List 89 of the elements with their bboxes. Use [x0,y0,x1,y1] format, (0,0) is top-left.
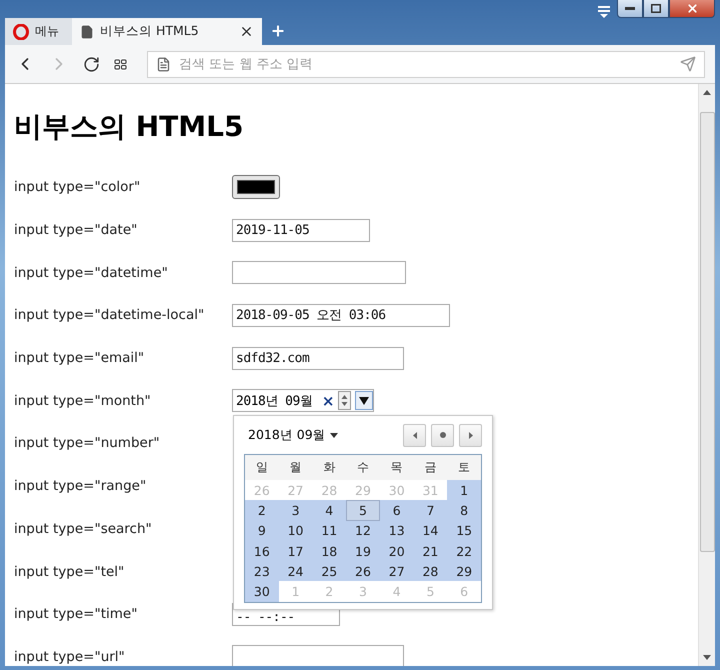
field-label: input type="email" [14,350,146,366]
input-field[interactable] [232,261,406,284]
calendar-day[interactable]: 17 [278,540,312,562]
color-picker[interactable] [232,175,280,200]
calendar-day[interactable]: 5 [346,500,380,521]
calendar-day[interactable]: 30 [245,581,279,602]
calendar-day[interactable]: 6 [380,500,414,521]
calendar-day[interactable]: 26 [346,561,380,582]
calendar-day[interactable]: 28 [414,561,448,582]
input-field[interactable]: sdfd32.com [232,346,404,370]
calendar-day[interactable]: 27 [380,561,414,582]
previous-month-button[interactable] [403,424,426,446]
reload-icon[interactable] [83,56,100,72]
weekday-header: 금 [414,455,448,480]
month-selector[interactable]: 2018년 09월 [244,426,338,444]
weekday-header: 수 [346,455,380,480]
field-label: input type="search" [14,520,153,537]
weekday-header: 월 [278,455,312,480]
close-icon[interactable] [239,24,254,39]
weekday-header: 목 [380,455,414,480]
maximize-button[interactable] [643,0,669,18]
field-label: input type="tel" [14,564,126,580]
field-label: input type="datetime-local" [14,307,206,324]
next-month-button[interactable] [459,424,482,446]
minimize-button[interactable] [617,0,643,18]
page-icon [156,56,171,72]
calendar-day[interactable]: 16 [245,540,279,562]
calendar-day[interactable]: 10 [278,520,312,541]
weekday-header: 화 [312,455,346,480]
calendar-day[interactable]: 14 [414,520,448,541]
calendar-day[interactable]: 1 [447,480,481,500]
field-label: input type="number" [14,435,161,452]
maximize-icon [651,4,661,13]
month-field[interactable]: 2018년 09월 × [232,389,374,412]
calendar-day[interactable]: 7 [414,500,448,521]
menu-button[interactable]: 메뉴 [5,18,72,45]
dropdown-button[interactable] [355,391,373,410]
calendar-day[interactable]: 23 [245,561,279,582]
calendar-day[interactable]: 19 [346,540,380,562]
field-label: input type="color" [14,179,142,196]
calendar-day[interactable]: 20 [380,540,414,562]
logo-icon [13,24,29,40]
calendar-day[interactable]: 9 [245,520,279,541]
dot-icon [440,432,446,438]
browser-tab[interactable]: 비부스의 HTML5 [72,18,262,45]
right-triangle-icon [468,432,472,438]
calendar-day[interactable]: 8 [447,500,481,521]
calendar-day[interactable]: 24 [278,561,312,582]
page-heading: 비부스의 HTML5 [14,109,244,145]
calendar-day[interactable]: 25 [312,561,346,582]
close-button[interactable] [669,0,715,18]
document-icon [80,24,94,38]
new-tab-icon[interactable] [270,23,286,39]
field-label: input type="url" [14,648,126,665]
calendar-day[interactable]: 13 [380,520,414,541]
left-triangle-icon [412,432,416,438]
field-label: input type="datetime" [14,264,169,281]
field-label: input type="month" [14,392,152,409]
minimize-icon [625,6,635,10]
input-field[interactable]: 2018-09-05 오전 03:06 [232,304,450,327]
tab-menu-icon[interactable] [597,4,611,18]
calendar-day[interactable]: 11 [312,520,346,541]
calendar-day[interactable]: 3 [278,500,312,521]
calendar-day[interactable]: 2 [245,500,279,521]
caret-icon [330,432,338,438]
calendar-day[interactable]: 4 [312,500,346,521]
clear-button[interactable]: × [322,392,334,410]
caret-icon [359,396,369,405]
calendar-day[interactable]: 21 [414,540,448,562]
calendar-day[interactable]: 15 [447,520,481,541]
field-label: input type="date" [14,222,138,238]
grid-icon[interactable] [114,58,127,70]
field-label: input type="time" [14,606,138,622]
weekday-header: 일 [245,455,279,480]
send-icon[interactable] [680,56,696,72]
field-label: input type="range" [14,478,148,494]
calendar-day[interactable]: 22 [447,540,481,562]
scroll-up-icon[interactable] [703,90,711,95]
today-button[interactable] [431,424,454,446]
scrollbar-thumb[interactable] [700,112,714,552]
calendar-day[interactable]: 18 [312,540,346,562]
weekday-header: 토 [447,455,481,480]
close-icon [686,2,698,15]
calendar-day[interactable]: 12 [346,520,380,541]
input-field[interactable] [232,645,404,666]
calendar-day[interactable]: 29 [447,561,481,582]
scroll-down-icon[interactable] [703,655,711,660]
spinner-icon[interactable] [338,391,351,410]
input-field[interactable]: 2019-11-05 [232,218,370,242]
